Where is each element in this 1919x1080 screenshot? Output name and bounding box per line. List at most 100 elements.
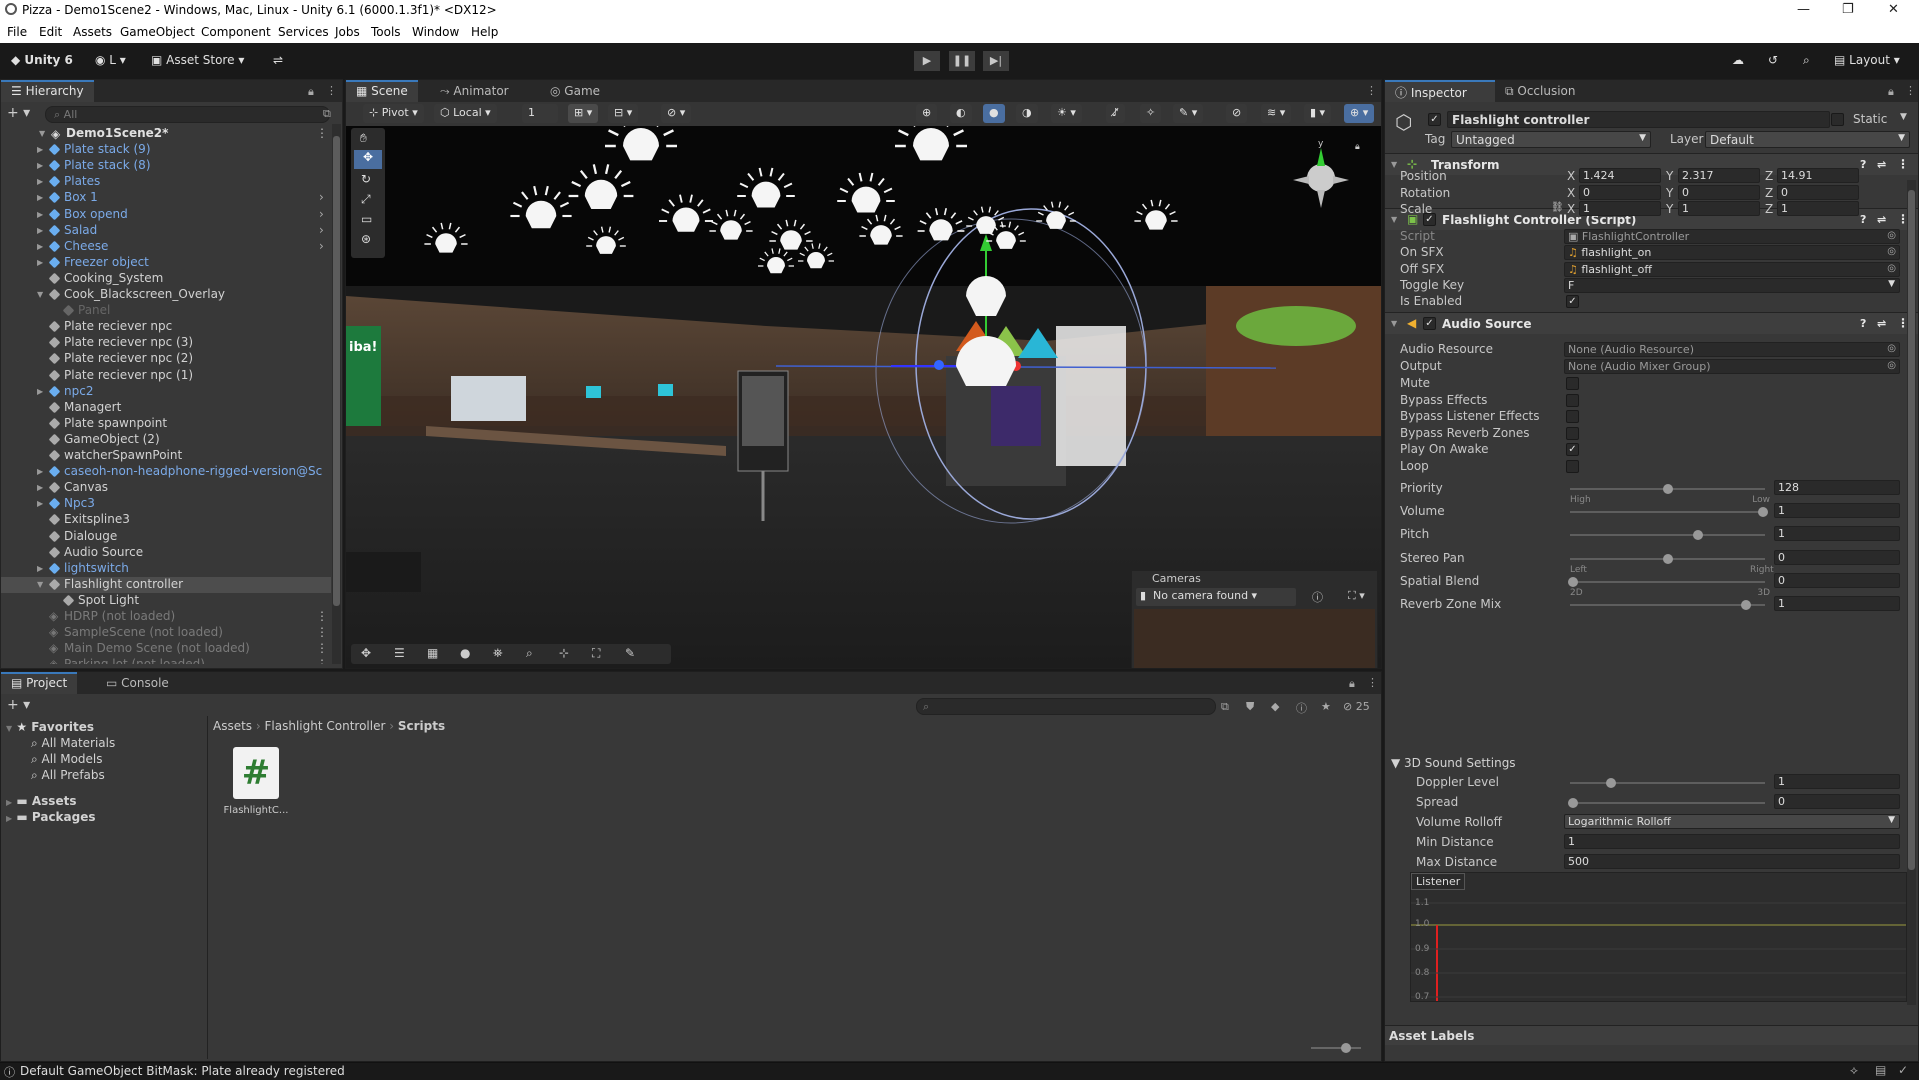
expand-arrow-icon[interactable]: ▼ [37,290,43,299]
audio-checkbox[interactable] [1566,427,1579,440]
hierarchy-item[interactable]: Managert [1,400,331,416]
hierarchy-scroll-thumb[interactable] [333,136,340,606]
overlay-paint-icon[interactable]: ⛯ [493,646,503,661]
hidden-packages-icon[interactable]: ⊘ 25 [1343,700,1370,713]
overlay-snap-icon[interactable]: ⊹ [559,646,569,660]
layer-dropdown[interactable]: Default▼ [1705,131,1910,148]
lock-icon[interactable]: 🔒︎ [308,85,314,99]
object-picker-icon[interactable]: ◎ [1887,246,1896,257]
hierarchy-item[interactable]: GameObject (2) [1,432,331,448]
scene-menu-icon[interactable]: ⋮ [316,126,328,140]
breadcrumb-scripts[interactable]: Scripts [398,719,445,733]
object-picker-icon[interactable]: ◎ [1887,230,1896,241]
hierarchy-item[interactable]: watcherSpawnPoint [1,448,331,464]
effects-toggle-icon[interactable]: ✧ [1140,104,1161,123]
expand-arrow-icon[interactable]: ▶ [37,564,43,573]
output-field[interactable]: None (Audio Mixer Group)◎ [1564,359,1900,374]
audio-checkbox[interactable] [1566,377,1579,390]
menu-gameobject[interactable]: GameObject [120,25,195,39]
rotation-y-field[interactable]: 0 [1678,185,1760,200]
slider-knob[interactable] [1663,554,1673,564]
project-lock-icon[interactable]: 🔒︎ [1349,677,1355,691]
overlay-grid-icon[interactable]: ▦ [427,646,438,660]
tab-console[interactable]: ▭ Console [96,672,179,694]
hierarchy-item[interactable]: ▶npc2 [1,384,331,400]
tag-dropdown[interactable]: Untagged▼ [1451,131,1651,148]
hierarchy-item[interactable]: ▶Freezer object [1,255,331,271]
rotation-z-field[interactable]: 0 [1777,185,1859,200]
tab-inspector[interactable]: ⓘ Inspector [1385,80,1495,102]
overlay-search-icon[interactable]: ⌕ [526,646,533,661]
local-dropdown[interactable]: ⬡ Local ▾ [434,104,497,123]
script-field-value[interactable]: F▼ [1564,278,1900,293]
hierarchy-item[interactable]: ▶Cheese› [1,239,331,255]
active-checkbox[interactable]: ✓ [1428,113,1441,126]
script-help-icon[interactable]: ? [1860,213,1866,226]
hierarchy-item[interactable]: Plate reciever npc (3) [1,335,331,351]
favorite-item[interactable]: ⌕ All Materials [31,736,115,752]
hierarchy-item[interactable]: ▶Salad› [1,223,331,239]
progress-icon[interactable]: ✓ [1898,1063,1908,1077]
scene-viewport[interactable]: iba! [346,126,1381,668]
dropdown-arrow-icon[interactable]: ▼ [1888,815,1895,825]
asset-labels-bar[interactable]: Asset Labels [1385,1025,1918,1045]
hierarchy-item[interactable]: Exitspline3 [1,512,331,528]
object-picker-icon[interactable]: ◎ [1887,360,1896,371]
project-more-icon[interactable]: ⋮ [1367,676,1378,689]
scene-more-icon[interactable]: ⋮ [1366,84,1377,97]
favorite-star-icon[interactable]: ★ [1321,700,1331,713]
unloaded-scene[interactable]: ◈HDRP (not loaded)⋮ [1,609,331,625]
volume-rolloff-dropdown[interactable]: Logarithmic Rolloff▼ [1564,814,1900,829]
shading-unlit-icon[interactable]: ◑ [1016,104,1038,123]
tab-project[interactable]: ▤ Project [1,672,77,694]
min-distance-field[interactable]: 1 [1564,834,1900,849]
search-icon[interactable]: ⌕ [1796,51,1817,71]
object-picker-icon[interactable]: ◎ [1887,263,1896,274]
tab-game[interactable]: ◎ Game [540,80,610,102]
assets-root[interactable]: ▶ ▬ Assets [6,794,76,810]
add-object-button[interactable]: + ▾ [7,105,30,121]
expand-arrow-icon[interactable]: ▶ [37,210,43,219]
slider-track[interactable] [1570,534,1765,536]
expand-arrow-icon[interactable]: ▶ [37,483,43,492]
hierarchy-item[interactable]: Spot Light [1,593,331,609]
inspector-lock-icon[interactable]: 🔒︎ [1888,85,1894,99]
expand-arrow-icon[interactable]: ▶ [37,226,43,235]
hierarchy-item[interactable]: Plate reciever npc (2) [1,351,331,367]
scene-menu-icon[interactable]: ⋮ [316,609,328,623]
slider-track[interactable] [1570,558,1765,560]
slider-knob[interactable] [1741,600,1751,610]
inspector-scrollbar[interactable] [1907,180,1916,1005]
pivot-dropdown[interactable]: ⊹ Pivot ▾ [363,104,424,123]
scale-z-field[interactable]: 1 [1777,201,1859,216]
snap-increment-icon[interactable]: ⊟ ▾ [608,104,638,123]
tab-scene[interactable]: ▦ Scene [346,80,418,102]
position-y-field[interactable]: 2.317 [1678,168,1760,183]
search-by-type-icon[interactable]: ⧉ [1221,700,1229,714]
slider-knob[interactable] [1606,778,1616,788]
menu-edit[interactable]: Edit [39,25,62,39]
slider-track[interactable] [1570,604,1765,606]
static-checkbox[interactable] [1831,113,1844,126]
hierarchy-item[interactable]: Panel [1,303,331,319]
scene-root[interactable]: ▼ ◈ Demo1Scene2* ⋮ [1,126,331,142]
expand-arrow-icon[interactable]: ▶ [37,145,43,154]
menu-assets[interactable]: Assets [73,25,112,39]
audio-help-icon[interactable]: ? [1860,317,1866,330]
menu-component[interactable]: Component [201,25,271,39]
audio-checkbox[interactable] [1566,394,1579,407]
scene-visibility-icon[interactable]: ✎ ▾ [1173,104,1203,123]
inspector-more-icon[interactable]: ⋮ [1905,84,1916,97]
tab-occlusion[interactable]: ⧉ Occlusion [1495,80,1586,102]
hierarchy-item[interactable]: ▼Cook_Blackscreen_Overlay [1,287,331,303]
auto-generate-lighting-icon[interactable]: ⟡ [1850,1063,1858,1078]
max-distance-field[interactable]: 500 [1564,854,1900,869]
unity-account-button[interactable]: ◆ Unity 6 [4,51,80,71]
minimize-button[interactable]: — [1797,2,1810,17]
expand-arrow-icon[interactable]: ▶ [37,467,43,476]
hierarchy-item[interactable]: ▶Plate stack (9) [1,142,331,158]
scene-orientation-gizmo[interactable]: y [1281,136,1361,216]
is-enabled-checkbox[interactable]: ✓ [1566,295,1579,308]
hierarchy-search-input[interactable]: ⌕ All [45,106,330,123]
unloaded-scene[interactable]: ◈SampleScene (not loaded)⋮ [1,625,331,641]
